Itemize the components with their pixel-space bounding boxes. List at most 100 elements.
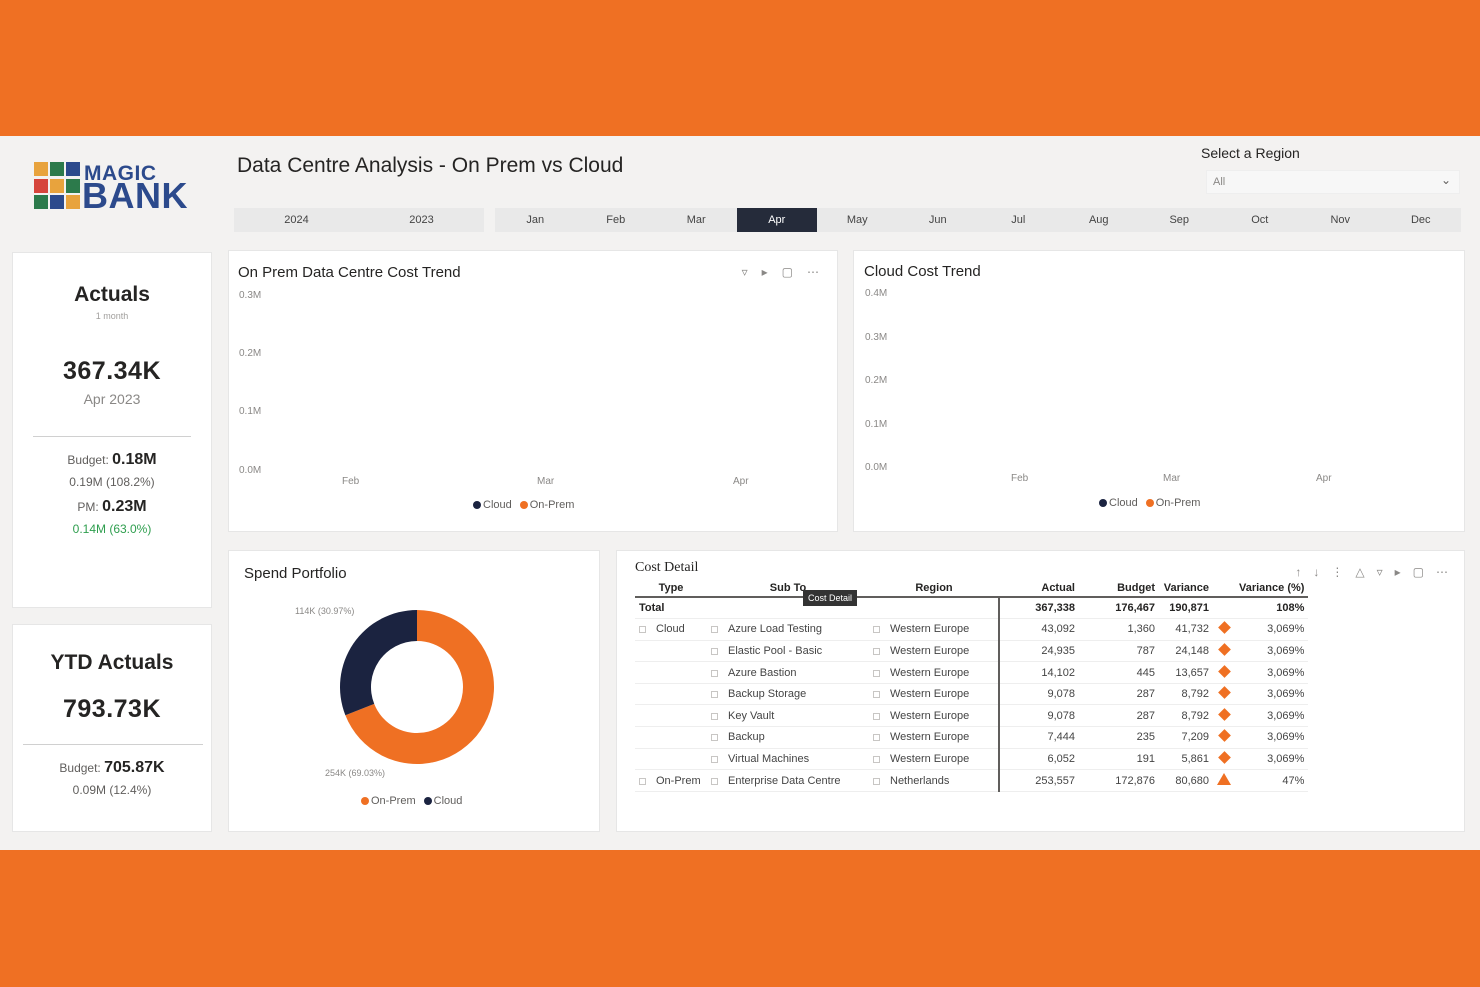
ytd-budget-variance: 0.09M (12.4%)	[72, 783, 152, 797]
month-option[interactable]: Feb	[576, 208, 657, 232]
expand-all-icon[interactable]: ⋮	[1331, 565, 1343, 579]
expand-icon[interactable]	[873, 691, 880, 699]
cell-marker	[1213, 748, 1235, 771]
col-header-budget[interactable]: Budget	[1079, 579, 1159, 597]
table-total-row[interactable]: Total 367,338 176,467 190,871 108%	[635, 596, 1309, 620]
total-variance-pct: 108%	[1235, 596, 1309, 620]
cell-subtotal: Elastic Pool - Basic	[728, 644, 823, 657]
donut-slice-cloud[interactable]	[340, 610, 417, 716]
expand-icon[interactable]	[711, 647, 718, 655]
filter-icon[interactable]: ▿	[742, 265, 748, 279]
legend-item[interactable]: Cloud	[1099, 497, 1138, 509]
year-option[interactable]: 2024	[234, 208, 359, 232]
more-options-icon[interactable]: ⋯	[1436, 565, 1448, 579]
expand-icon[interactable]	[873, 734, 880, 742]
expand-icon[interactable]	[873, 712, 880, 720]
expand-icon[interactable]	[711, 669, 718, 677]
col-header-variance-pct[interactable]: Variance (%)	[1235, 579, 1308, 597]
x-tick: Mar	[1163, 473, 1181, 484]
expand-icon[interactable]	[639, 777, 646, 785]
cloud-trend-chart[interactable]: Cloud Cost Trend 0.4M 0.3M 0.2M 0.1M 0.0…	[853, 250, 1465, 532]
cell-budget: 172,876	[1079, 769, 1159, 792]
drill-icon[interactable]: ▸	[762, 265, 768, 279]
expand-icon[interactable]	[873, 755, 880, 763]
cell-region-wrap: Western Europe	[869, 661, 1000, 684]
cell-type-wrap	[635, 704, 707, 728]
budget-label: Budget:	[59, 761, 101, 775]
month-option[interactable]: May	[817, 208, 898, 232]
onprem-trend-chart[interactable]: On Prem Data Centre Cost Trend ▿ ▸ ▢ ⋯ 0…	[228, 250, 838, 532]
legend-label: Cloud	[1109, 497, 1138, 509]
month-option[interactable]: Oct	[1220, 208, 1301, 232]
table-row[interactable]: Virtual Machines Western Europe 6,052 191 5,…	[635, 748, 1309, 771]
legend-label: Cloud	[433, 795, 463, 807]
table-row[interactable]: Key Vault Western Europe 9,078 287 8,792 3,06…	[635, 704, 1309, 728]
month-option[interactable]: Sep	[1139, 208, 1220, 232]
expand-icon[interactable]	[873, 669, 880, 677]
expand-icon[interactable]	[711, 777, 718, 785]
col-header-type[interactable]: Type	[635, 579, 707, 597]
cell-variance: 7,209	[1159, 726, 1213, 749]
column-tooltip: Cost Detail	[803, 590, 858, 606]
expand-icon[interactable]	[711, 626, 718, 634]
cost-detail-table[interactable]: Cost Detail ↑ ↓ ⋮ △ ▿ ▸ ▢ ⋯ Type Sub To …	[616, 550, 1465, 832]
cell-actual: 6,052	[999, 748, 1079, 771]
legend-item[interactable]: On-Prem	[519, 499, 574, 511]
table-row[interactable]: Backup Storage Western Europe 9,078 287 8,79…	[635, 683, 1309, 706]
table-row[interactable]: Elastic Pool - Basic Western Europe 24,935…	[635, 640, 1309, 663]
table-row[interactable]: Backup Western Europe 7,444 235 7,209 3,069%	[635, 726, 1309, 749]
expand-icon[interactable]	[873, 777, 880, 785]
year-option[interactable]: 2023	[359, 208, 484, 232]
month-option[interactable]: Dec	[1381, 208, 1462, 232]
cell-region-wrap: Western Europe	[869, 704, 1000, 728]
month-option[interactable]: Nov	[1300, 208, 1381, 232]
cell-variance-pct: 3,069%	[1235, 726, 1309, 749]
month-option[interactable]: Mar	[656, 208, 737, 232]
filter-icon[interactable]: ▿	[1377, 565, 1383, 579]
sort-ascending-icon[interactable]: ↑	[1295, 565, 1301, 579]
more-options-icon[interactable]: ⋯	[807, 265, 819, 279]
drill-icon[interactable]: ▸	[1395, 565, 1401, 579]
col-header-region[interactable]: Region	[869, 579, 999, 597]
spend-portfolio-chart[interactable]: Spend Portfolio 114K (30.97%) 254K (69.0…	[228, 550, 600, 832]
table-row[interactable]: Cloud Azure Load Testing Western Europe 43,…	[635, 618, 1309, 641]
col-header-marker	[1213, 579, 1235, 597]
focus-mode-icon[interactable]: ▢	[1413, 565, 1424, 579]
cell-subtotal-wrap: Azure Bastion	[707, 661, 869, 684]
chart-title: On Prem Data Centre Cost Trend	[238, 264, 461, 281]
cell-variance: 5,861	[1159, 748, 1213, 771]
region-dropdown[interactable]: All ⌄	[1206, 170, 1460, 194]
month-option[interactable]: Jul	[978, 208, 1059, 232]
cell-variance-pct: 47%	[1235, 769, 1309, 792]
cell-region: Western Europe	[890, 731, 970, 744]
month-option-selected[interactable]: Apr	[736, 208, 817, 232]
cell-region: Netherlands	[890, 774, 950, 787]
expand-icon[interactable]	[711, 691, 718, 699]
table-row[interactable]: Azure Bastion Western Europe 14,102 445 13,6…	[635, 661, 1309, 684]
col-header-variance[interactable]: Variance	[1159, 579, 1213, 597]
col-header-actual[interactable]: Actual	[999, 579, 1079, 597]
expand-icon[interactable]	[639, 626, 646, 634]
data-label-onprem: 254K (69.03%)	[325, 768, 386, 778]
drill-up-icon[interactable]: △	[1355, 565, 1364, 579]
legend-item[interactable]: Cloud	[423, 795, 463, 807]
month-option[interactable]: Jun	[898, 208, 979, 232]
expand-icon[interactable]	[873, 626, 880, 634]
legend-item[interactable]: On-Prem	[1145, 497, 1200, 509]
focus-mode-icon[interactable]: ▢	[782, 265, 793, 279]
sort-descending-icon[interactable]: ↓	[1313, 565, 1319, 579]
cell-actual: 14,102	[999, 661, 1079, 684]
y-tick: 0.3M	[865, 332, 888, 343]
table-row[interactable]: On-Prem Enterprise Data Centre Netherlands…	[635, 769, 1309, 792]
month-option[interactable]: Jan	[495, 208, 576, 232]
expand-icon[interactable]	[711, 712, 718, 720]
expand-icon[interactable]	[711, 734, 718, 742]
expand-icon[interactable]	[711, 755, 718, 763]
legend-item[interactable]: On-Prem	[361, 795, 416, 807]
legend-dot-icon	[1099, 499, 1107, 507]
cell-subtotal-wrap: Backup	[707, 726, 869, 749]
legend-item[interactable]: Cloud	[473, 499, 512, 511]
donut-chart[interactable]	[339, 609, 495, 765]
expand-icon[interactable]	[873, 647, 880, 655]
month-option[interactable]: Aug	[1059, 208, 1140, 232]
